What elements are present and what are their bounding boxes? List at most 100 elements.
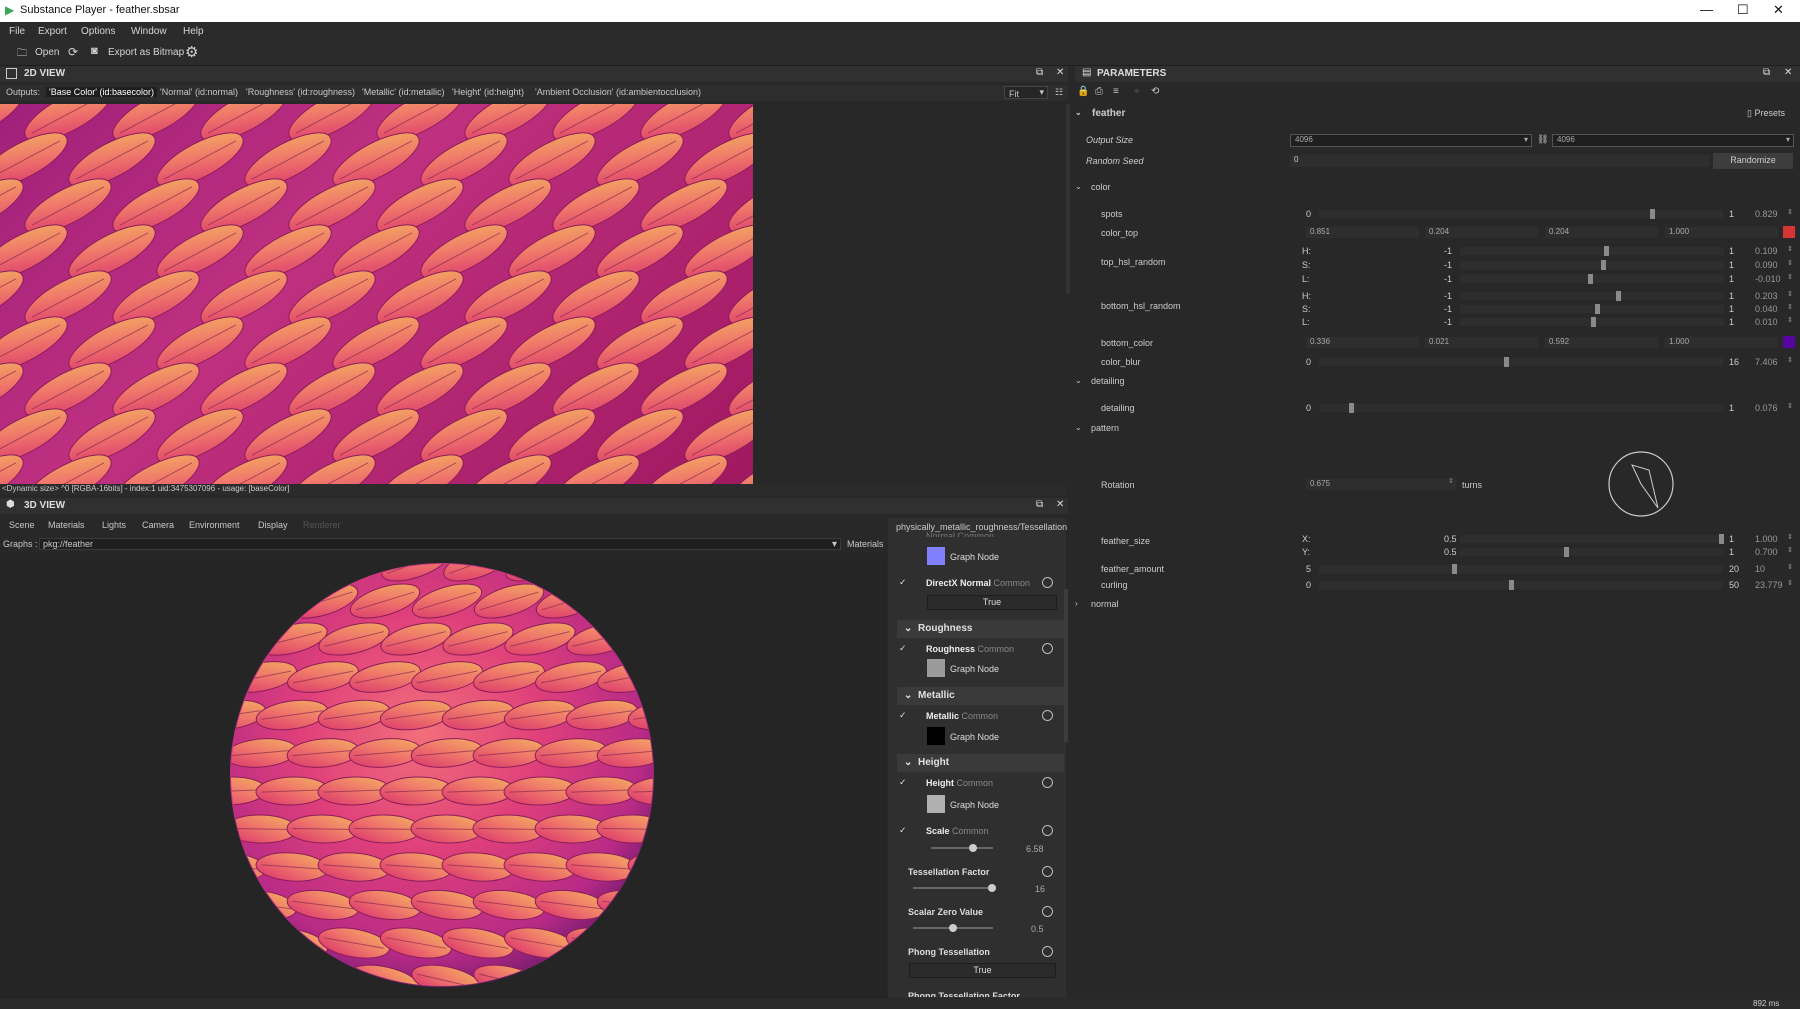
bottom-hsl-1-thumb[interactable] xyxy=(1595,304,1600,314)
view-options-icon[interactable]: ☷ xyxy=(1055,87,1063,98)
params-close-icon[interactable]: ✕ xyxy=(1784,67,1792,78)
color-blur-thumb[interactable] xyxy=(1504,357,1509,367)
spots-track[interactable] xyxy=(1319,210,1723,218)
top-hsl-2-value[interactable]: -0.010 xyxy=(1755,274,1781,284)
bottom-color-b-input[interactable]: 0.592 xyxy=(1545,337,1658,348)
pin-icon[interactable]: ⌖ xyxy=(1134,86,1140,97)
bottom-color-a-input[interactable]: 1.000 xyxy=(1665,337,1778,348)
phong-true-button[interactable]: True xyxy=(909,963,1056,978)
section-height[interactable]: ⌄ Height xyxy=(897,754,1064,772)
color-blur-track[interactable] xyxy=(1319,358,1723,366)
materials-scrollbar[interactable] xyxy=(1064,589,1068,742)
color-top-r-input[interactable]: 0.851 xyxy=(1306,227,1419,238)
feather-size-0-value[interactable]: 1.000 xyxy=(1755,534,1778,544)
open-button[interactable]: Open xyxy=(35,47,59,58)
bottom-color-r-input[interactable]: 0.336 xyxy=(1306,337,1419,348)
detailing-value[interactable]: 0.076 xyxy=(1755,403,1778,413)
feather-size-0-track[interactable] xyxy=(1460,535,1724,543)
top-hsl-0-thumb[interactable] xyxy=(1604,246,1609,256)
view3d-viewport[interactable]: ‹ xyxy=(0,553,887,998)
feather-amount-track[interactable] xyxy=(1319,565,1723,573)
undock-icon[interactable]: ⧉ xyxy=(1036,67,1043,78)
scale-slider-knob[interactable] xyxy=(969,844,977,852)
color-top-a-input[interactable]: 1.000 xyxy=(1665,227,1778,238)
menu-options[interactable]: Options xyxy=(81,26,115,37)
scalar-zero-knob[interactable] xyxy=(949,924,957,932)
section-metallic[interactable]: ⌄ Metallic xyxy=(897,687,1064,705)
menu-help[interactable]: Help xyxy=(183,26,204,37)
feather-size-1-track[interactable] xyxy=(1460,548,1724,556)
tess-factor-knob[interactable] xyxy=(988,884,996,892)
reset-icon[interactable] xyxy=(1042,866,1053,877)
params-undock-icon[interactable]: ⧉ xyxy=(1763,67,1770,78)
maximize-icon[interactable]: ☐ xyxy=(1737,2,1749,18)
bottom-hsl-2-spin-icon[interactable]: ⇕ xyxy=(1787,316,1793,324)
section-roughness[interactable]: ⌄ Roughness xyxy=(897,620,1064,638)
bottom-hsl-0-value[interactable]: 0.203 xyxy=(1755,291,1778,301)
spots-thumb[interactable] xyxy=(1650,209,1655,219)
feather-size-1-spin-icon[interactable]: ⇕ xyxy=(1787,546,1793,554)
bottom-color-g-input[interactable]: 0.021 xyxy=(1425,337,1538,348)
camera-icon[interactable]: ◙ xyxy=(91,45,98,57)
menu-display[interactable]: Display xyxy=(258,520,288,530)
feather-size-0-thumb[interactable] xyxy=(1719,534,1724,544)
tess-factor-slider[interactable] xyxy=(913,884,996,892)
bottom-hsl-0-track[interactable] xyxy=(1460,292,1724,300)
curling-value[interactable]: 23.779 xyxy=(1755,580,1783,590)
close-icon[interactable]: ✕ xyxy=(1773,2,1784,18)
output-size-width[interactable]: 4096 ▾ xyxy=(1290,134,1532,147)
reset-icon[interactable] xyxy=(1042,643,1053,654)
settings-gear-icon[interactable]: ⚙ xyxy=(185,43,198,61)
scale-slider[interactable] xyxy=(931,844,993,852)
spots-spin-icon[interactable]: ⇕ xyxy=(1787,208,1793,216)
scalar-zero-slider[interactable] xyxy=(913,924,993,932)
link-icon[interactable]: ⛓ xyxy=(1537,134,1548,145)
top-hsl-2-spin-icon[interactable]: ⇕ xyxy=(1787,273,1793,281)
tab-basecolor[interactable]: 'Base Color' (id:basecolor) xyxy=(46,87,157,97)
zoom-select[interactable]: Fit ▾ xyxy=(1004,86,1048,99)
tab-normal[interactable]: 'Normal' (id:normal) xyxy=(160,87,238,97)
view2d-close-icon[interactable]: ✕ xyxy=(1056,67,1064,78)
bottom-hsl-2-value[interactable]: 0.010 xyxy=(1755,317,1778,327)
refresh-icon[interactable]: ⟳ xyxy=(68,45,78,59)
menu-export[interactable]: Export xyxy=(38,26,67,37)
tab-height[interactable]: 'Height' (id:height) xyxy=(452,87,524,97)
reset-icon[interactable] xyxy=(1042,906,1053,917)
color-top-b-input[interactable]: 0.204 xyxy=(1545,227,1658,238)
color-blur-value[interactable]: 7.406 xyxy=(1755,357,1778,367)
open-folder-icon[interactable]: 🗀 xyxy=(17,46,27,63)
feather-size-1-value[interactable]: 0.700 xyxy=(1755,547,1778,557)
bottom-hsl-1-value[interactable]: 0.040 xyxy=(1755,304,1778,314)
top-hsl-0-value[interactable]: 0.109 xyxy=(1755,246,1778,256)
curling-spin-icon[interactable]: ⇕ xyxy=(1787,579,1793,587)
reset-icon[interactable] xyxy=(1042,577,1053,588)
graphs-select[interactable]: pkg://feather ▾ xyxy=(39,538,841,550)
export-bitmap-button[interactable]: Export as Bitmap xyxy=(108,47,184,58)
printer-icon[interactable]: ⎙ xyxy=(1095,86,1103,97)
metallic-checkbox[interactable]: ✓ xyxy=(899,710,907,721)
detailing-spin-icon[interactable]: ⇕ xyxy=(1787,402,1793,410)
feather-amount-thumb[interactable] xyxy=(1452,564,1457,574)
top-hsl-1-spin-icon[interactable]: ⇕ xyxy=(1787,259,1793,267)
randomize-button[interactable]: Randomize xyxy=(1713,153,1793,169)
top-hsl-0-spin-icon[interactable]: ⇕ xyxy=(1787,245,1793,253)
reset-icon[interactable] xyxy=(1042,777,1053,788)
color-blur-spin-icon[interactable]: ⇕ xyxy=(1787,356,1793,364)
feather-size-0-spin-icon[interactable]: ⇕ xyxy=(1787,533,1793,541)
lock-icon[interactable]: 🔒 xyxy=(1077,86,1089,97)
color-top-g-input[interactable]: 0.204 xyxy=(1425,227,1538,238)
tab-metallic[interactable]: 'Metallic' (id:metallic) xyxy=(362,87,444,97)
view3d-undock-icon[interactable]: ⧉ xyxy=(1036,499,1043,510)
height-checkbox[interactable]: ✓ xyxy=(899,777,907,788)
view3d-close-icon[interactable]: ✕ xyxy=(1056,499,1064,510)
feather-amount-spin-icon[interactable]: ⇕ xyxy=(1787,563,1793,571)
spots-value[interactable]: 0.829 xyxy=(1755,209,1778,219)
bottom-hsl-0-thumb[interactable] xyxy=(1616,291,1621,301)
menu-environment[interactable]: Environment xyxy=(189,520,240,530)
feather-size-1-thumb[interactable] xyxy=(1564,547,1569,557)
color-top-swatch[interactable] xyxy=(1783,226,1795,238)
reset-icon[interactable] xyxy=(1042,946,1053,957)
rotation-dial[interactable] xyxy=(1607,450,1675,518)
curling-thumb[interactable] xyxy=(1509,580,1514,590)
detailing-track[interactable] xyxy=(1319,404,1723,412)
